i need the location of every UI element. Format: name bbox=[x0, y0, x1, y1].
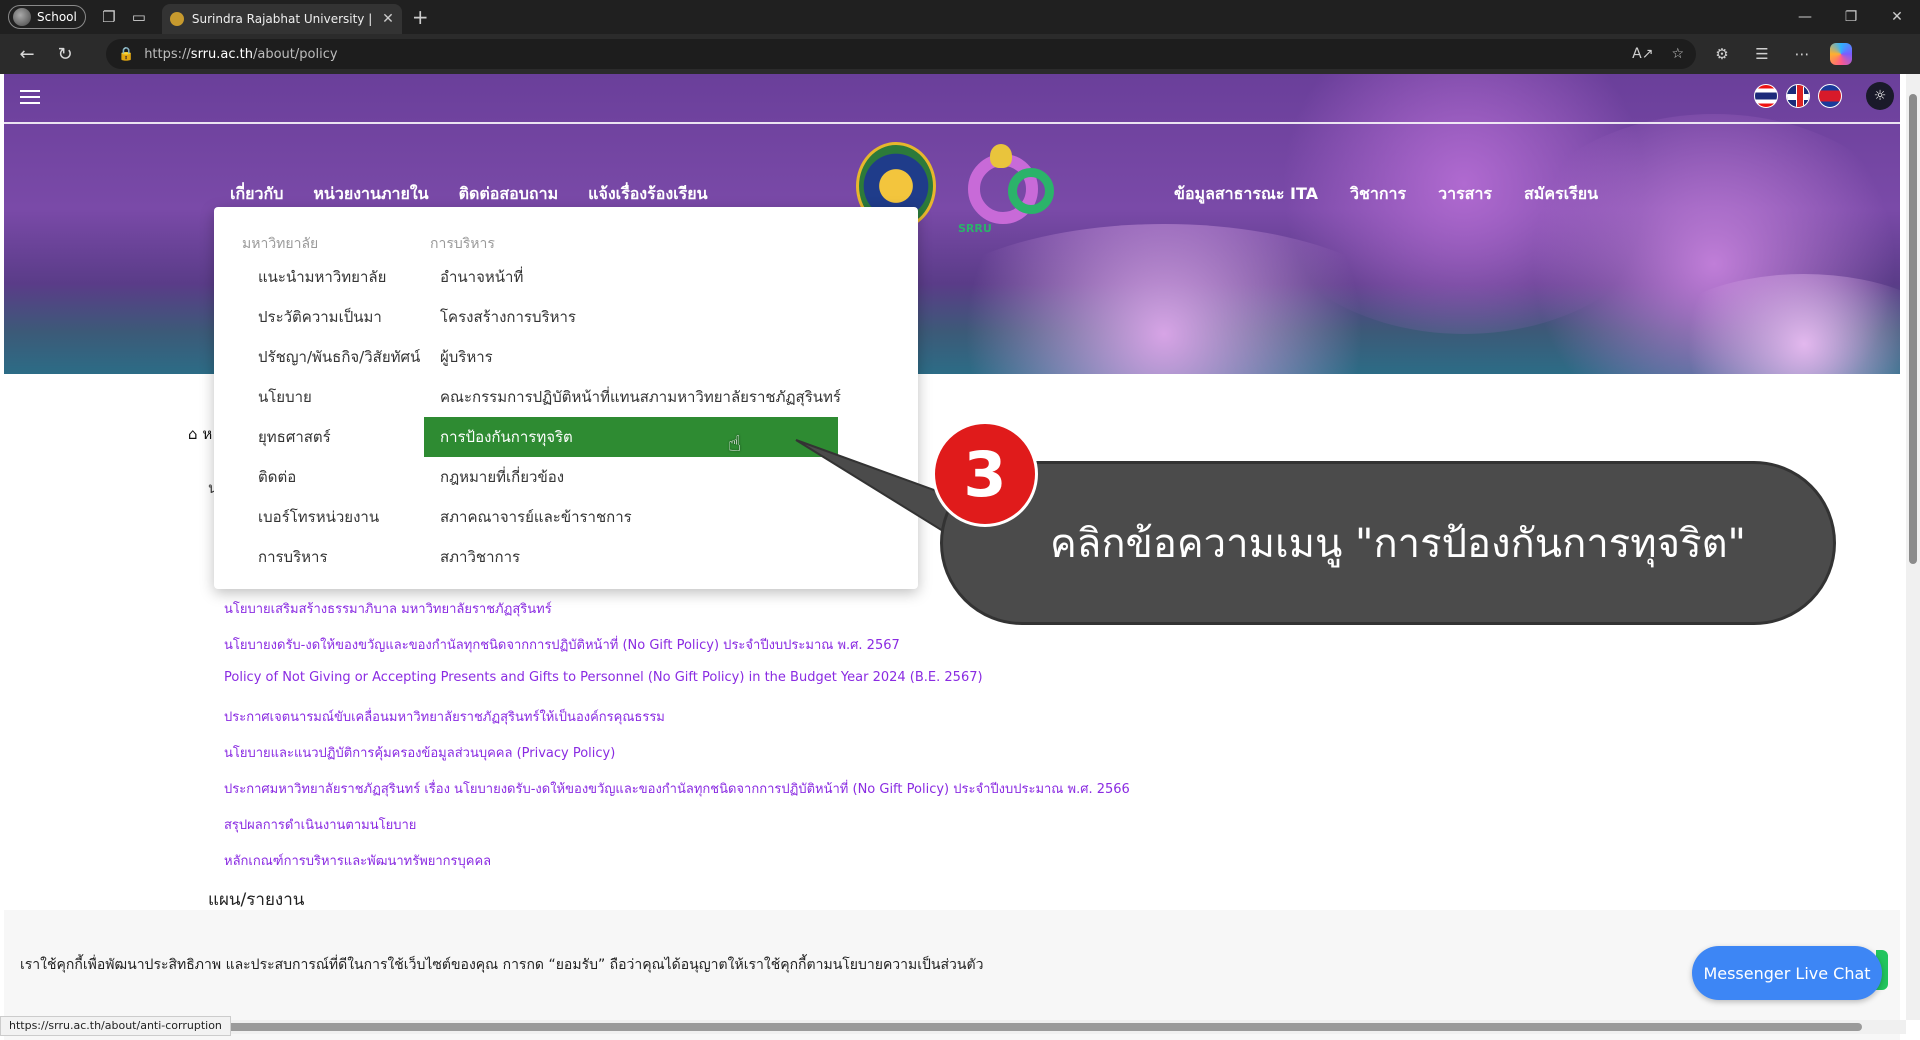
read-aloud-icon[interactable]: A↗ bbox=[1632, 46, 1653, 62]
menu-item-faculty-senate[interactable]: สภาคณาจารย์และข้าราชการ bbox=[424, 497, 844, 537]
messenger-live-chat-button[interactable]: Messenger Live Chat bbox=[1692, 946, 1882, 1000]
browser-tab[interactable]: Surindra Rajabhat University | มห ✕ bbox=[161, 4, 402, 34]
nav-item-journal[interactable]: วารสาร bbox=[1438, 182, 1492, 207]
nav-item-internal-units[interactable]: หน่วยงานภายใน bbox=[313, 182, 428, 207]
cambodia-flag-icon[interactable] bbox=[1818, 84, 1842, 108]
policy-link[interactable]: นโยบายเสริมสร้างธรรมาภิบาล มหาวิทยาลัยรา… bbox=[224, 598, 552, 619]
policy-link[interactable]: หลักเกณฑ์การบริหารและพัฒนาทรัพยากรบุคคล bbox=[224, 850, 491, 871]
menu-item-contact[interactable]: ติดต่อ bbox=[236, 457, 436, 497]
menu-item-executives[interactable]: ผู้บริหาร bbox=[424, 337, 844, 377]
policy-link[interactable]: ประกาศเจตนารมณ์ขับเคลื่อนมหาวิทยาลัยราชภ… bbox=[224, 706, 665, 727]
instruction-text: คลิกข้อความเมนู "การป้องกันการทุจริต" bbox=[1050, 521, 1746, 567]
back-icon[interactable]: ← bbox=[8, 38, 46, 70]
minimize-icon[interactable]: — bbox=[1782, 0, 1828, 34]
nav-item-academic[interactable]: วิชาการ bbox=[1350, 182, 1406, 207]
profile-label: School bbox=[37, 10, 77, 24]
cookie-text: เราใช้คุกกี้เพื่อพัฒนาประสิทธิภาพ และประ… bbox=[20, 957, 984, 973]
menu-item-authority[interactable]: อำนาจหน้าที่ bbox=[424, 257, 844, 297]
menu-item-administration[interactable]: การบริหาร bbox=[236, 537, 436, 577]
menu-item-anti-corruption[interactable]: การป้องกันการทุจริต bbox=[424, 417, 838, 457]
url-scheme: https:// bbox=[144, 46, 191, 62]
menu-item-strategy[interactable]: ยุทธศาสตร์ bbox=[236, 417, 436, 457]
web-page: ☼ เกี่ยวกับ หน่วยงานภายใน ติดต่อสอบถาม แ… bbox=[4, 74, 1900, 1040]
nav-item-complaints[interactable]: แจ้งเรื่องร้องเรียน bbox=[588, 182, 707, 207]
nav-item-ita[interactable]: ข้อมูลสาธารณะ ITA bbox=[1174, 182, 1318, 207]
dropdown-heading: การบริหาร bbox=[430, 236, 495, 252]
nav-item-contact[interactable]: ติดต่อสอบถาม bbox=[459, 182, 559, 207]
language-switcher bbox=[1754, 84, 1842, 108]
address-input[interactable]: 🔒 https://srru.ac.th/about/policy A↗ ☆ bbox=[106, 39, 1696, 69]
dropdown-column-administration: การบริหาร อำนาจหน้าที่ โครงสร้างการบริหา… bbox=[424, 231, 844, 577]
new-tab-icon[interactable]: + bbox=[412, 5, 429, 29]
copilot-icon[interactable] bbox=[1830, 43, 1852, 65]
dropdown-heading: มหาวิทยาลัย bbox=[242, 236, 319, 252]
tab-title: Surindra Rajabhat University | มห bbox=[191, 11, 375, 26]
refresh-icon[interactable]: ↻ bbox=[46, 38, 84, 70]
restore-icon[interactable]: ❐ bbox=[1828, 0, 1874, 34]
menu-item-introduction[interactable]: แนะนำมหาวิทยาลัย bbox=[236, 257, 436, 297]
address-toolbar: ← ↻ 🔒 https://srru.ac.th/about/policy A↗… bbox=[0, 34, 1920, 74]
dropdown-column-university: มหาวิทยาลัย แนะนำมหาวิทยาลัย ประวัติความ… bbox=[236, 231, 436, 577]
thai-flag-icon[interactable] bbox=[1754, 84, 1778, 108]
instruction-callout: คลิกข้อความเมนู "การป้องกันการทุจริต" bbox=[940, 461, 1836, 625]
nav-item-apply[interactable]: สมัครเรียน bbox=[1524, 182, 1598, 207]
menu-item-academic-council[interactable]: สภาวิชาการ bbox=[424, 537, 844, 577]
more-menu-icon[interactable]: ⋯ bbox=[1782, 45, 1822, 63]
close-window-icon[interactable]: ✕ bbox=[1874, 0, 1920, 34]
policy-link[interactable]: ประกาศมหาวิทยาลัยราชภัฏสุรินทร์ เรื่อง น… bbox=[224, 778, 1130, 799]
hamburger-menu-icon[interactable] bbox=[20, 90, 40, 104]
uk-flag-icon[interactable] bbox=[1786, 84, 1810, 108]
avatar bbox=[13, 8, 31, 26]
policy-link[interactable]: Policy of Not Giving or Accepting Presen… bbox=[224, 670, 983, 685]
main-nav-left: เกี่ยวกับ หน่วยงานภายใน ติดต่อสอบถาม แจ้… bbox=[230, 182, 708, 207]
policy-link[interactable]: นโยบายงดรับ-งดให้ของขวัญและของกำนัลทุกชน… bbox=[224, 634, 900, 655]
horizontal-scrollbar[interactable] bbox=[0, 1020, 1906, 1034]
step-number-badge: 3 bbox=[932, 421, 1038, 527]
about-dropdown-menu: มหาวิทยาลัย แนะนำมหาวิทยาลัย ประวัติความ… bbox=[214, 207, 918, 589]
favorites-icon[interactable]: ☰ bbox=[1742, 45, 1782, 63]
vertical-scrollbar[interactable] bbox=[1906, 74, 1920, 1020]
policy-link[interactable]: สรุปผลการดำเนินงานตามนโยบาย bbox=[224, 814, 416, 835]
menu-item-phone[interactable]: เบอร์โทรหน่วยงาน bbox=[236, 497, 436, 537]
plans-reports-heading: แผน/รายงาน bbox=[208, 890, 305, 910]
srru-anniversary-logo[interactable]: SRRU bbox=[958, 144, 1068, 239]
menu-item-laws[interactable]: กฎหมายที่เกี่ยวข้อง bbox=[424, 457, 844, 497]
menu-item-structure[interactable]: โครงสร้างการบริหาร bbox=[424, 297, 844, 337]
logo-text: SRRU bbox=[958, 222, 992, 235]
breadcrumb-label[interactable]: ห bbox=[202, 425, 212, 443]
lock-icon: 🔒 bbox=[118, 46, 135, 62]
main-nav-right: ข้อมูลสาธารณะ ITA วิชาการ วารสาร สมัครเร… bbox=[1174, 182, 1598, 207]
url-domain: srru.ac.th bbox=[190, 46, 253, 62]
menu-item-council-committee[interactable]: คณะกรรมการปฏิบัติหน้าที่แทนสภามหาวิทยาลั… bbox=[424, 377, 844, 417]
tab-actions-icon[interactable]: ▭ bbox=[124, 2, 154, 32]
extensions-icon[interactable]: ⚙ bbox=[1702, 45, 1742, 63]
nav-item-about[interactable]: เกี่ยวกับ bbox=[230, 182, 283, 207]
hand-cursor-icon: ☝ bbox=[728, 432, 742, 457]
menu-item-philosophy[interactable]: ปรัชญา/พันธกิจ/วิสัยทัศน์ bbox=[236, 337, 436, 377]
policy-link[interactable]: นโยบายและแนวปฏิบัติการคุ้มครองข้อมูลส่วน… bbox=[224, 742, 615, 763]
favorite-star-icon[interactable]: ☆ bbox=[1671, 46, 1684, 62]
profile-button[interactable]: School bbox=[8, 5, 86, 29]
menu-item-history[interactable]: ประวัติความเป็นมา bbox=[236, 297, 436, 337]
home-icon[interactable]: ⌂ bbox=[188, 425, 198, 443]
status-url: https://srru.ac.th/about/anti-corruption bbox=[0, 1016, 231, 1036]
window-controls: — ❐ ✕ bbox=[1782, 0, 1920, 34]
breadcrumb: ⌂ ห bbox=[188, 422, 212, 446]
browser-tabbar: School ❐ ▭ Surindra Rajabhat University … bbox=[0, 0, 1920, 34]
theme-toggle-icon[interactable]: ☼ bbox=[1866, 82, 1894, 110]
site-favicon-icon bbox=[169, 12, 184, 26]
workspaces-icon[interactable]: ❐ bbox=[94, 2, 124, 32]
url-path: /about/policy bbox=[253, 46, 338, 62]
menu-item-policy[interactable]: นโยบาย bbox=[236, 377, 436, 417]
close-tab-icon[interactable]: ✕ bbox=[382, 11, 394, 27]
